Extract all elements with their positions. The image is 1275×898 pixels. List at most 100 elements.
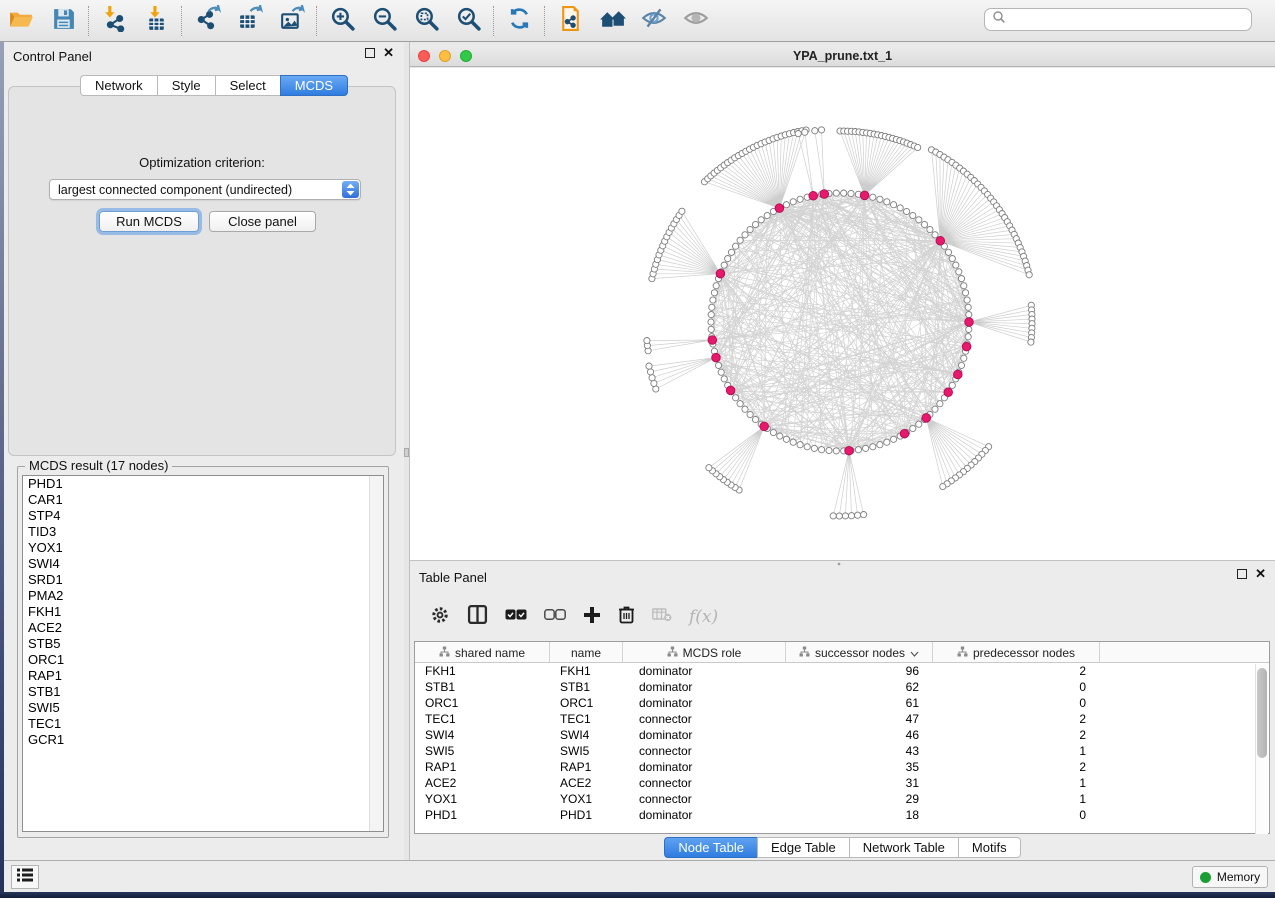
graph-node[interactable] <box>965 334 971 340</box>
graph-node[interactable] <box>841 190 847 196</box>
network-file-button[interactable] <box>549 2 591 40</box>
export-network-button[interactable] <box>186 2 228 40</box>
show-columns-button[interactable] <box>467 604 488 630</box>
delete-column-button[interactable] <box>618 605 635 629</box>
home-button[interactable] <box>591 2 633 40</box>
graph-hub-node[interactable] <box>760 422 769 431</box>
export-image-button[interactable] <box>270 2 312 40</box>
column-header-name[interactable]: name <box>550 642 623 663</box>
close-panel-button[interactable]: Close panel <box>209 211 316 232</box>
graph-node[interactable] <box>958 362 964 368</box>
graph-node[interactable] <box>842 513 848 519</box>
list-item[interactable]: SRD1 <box>23 572 383 588</box>
graph-node[interactable] <box>1028 339 1034 345</box>
graph-node[interactable] <box>725 256 731 262</box>
graph-node[interactable] <box>710 297 716 303</box>
graph-node[interactable] <box>870 194 876 200</box>
graph-node[interactable] <box>733 243 739 249</box>
column-header-successor-nodes[interactable]: successor nodes <box>786 642 933 663</box>
tab-network-table[interactable]: Network Table <box>849 837 958 858</box>
graph-node[interactable] <box>884 439 890 445</box>
graph-node[interactable] <box>783 202 789 208</box>
graph-node[interactable] <box>891 436 897 442</box>
graph-hub-node[interactable] <box>962 342 971 351</box>
graph-node[interactable] <box>742 406 748 412</box>
list-item[interactable]: RAP1 <box>23 668 383 684</box>
table-row[interactable]: STB1STB1dominator620 <box>415 679 1269 695</box>
tab-style[interactable]: Style <box>157 75 215 96</box>
table-row[interactable]: PHD1PHD1dominator180 <box>415 807 1269 823</box>
graph-hub-node[interactable] <box>900 429 909 438</box>
search-input[interactable] <box>1007 13 1251 27</box>
table-row[interactable]: RAP1RAP1dominator352 <box>415 759 1269 775</box>
tab-motifs[interactable]: Motifs <box>958 837 1021 858</box>
graph-node[interactable] <box>818 127 824 133</box>
table-row[interactable]: SWI5SWI5connector431 <box>415 743 1269 759</box>
graph-node[interactable] <box>855 512 861 518</box>
tab-mcds[interactable]: MCDS <box>280 75 348 96</box>
graph-node[interactable] <box>961 283 967 289</box>
create-column-button[interactable] <box>583 606 601 629</box>
graph-node[interactable] <box>715 362 721 368</box>
list-item[interactable]: STB1 <box>23 684 383 700</box>
graph-hub-node[interactable] <box>954 370 963 379</box>
show-graphics-button[interactable] <box>675 2 717 40</box>
graph-node[interactable] <box>958 276 964 282</box>
graph-node[interactable] <box>863 445 869 451</box>
table-row[interactable]: ACE2ACE2connector311 <box>415 775 1269 791</box>
graph-node[interactable] <box>949 256 955 262</box>
list-item[interactable]: FKH1 <box>23 604 383 620</box>
graph-node[interactable] <box>833 448 839 454</box>
graph-node[interactable] <box>855 447 861 453</box>
list-item[interactable]: PMA2 <box>23 588 383 604</box>
graph-node[interactable] <box>747 411 753 417</box>
graph-hub-node[interactable] <box>944 388 953 397</box>
list-item[interactable]: TEC1 <box>23 716 383 732</box>
graph-node[interactable] <box>916 421 922 427</box>
panel-drag-grip[interactable] <box>825 562 853 566</box>
select-all-button[interactable] <box>505 608 527 626</box>
graph-node[interactable] <box>921 221 927 227</box>
graph-node[interactable] <box>711 290 717 296</box>
graph-node[interactable] <box>713 283 719 289</box>
float-panel-icon[interactable] <box>365 48 375 58</box>
graph-node[interactable] <box>877 442 883 448</box>
graph-node[interactable] <box>963 290 969 296</box>
list-item[interactable]: STP4 <box>23 508 383 524</box>
graph-hub-node[interactable] <box>820 190 829 199</box>
network-canvas[interactable] <box>410 68 1275 560</box>
graph-node[interactable] <box>737 401 743 407</box>
search-field[interactable] <box>984 8 1252 31</box>
graph-node[interactable] <box>709 304 715 310</box>
graph-node[interactable] <box>897 205 903 211</box>
save-session-button[interactable] <box>42 2 84 40</box>
graph-hub-node[interactable] <box>726 386 735 395</box>
list-item[interactable]: GCR1 <box>23 732 383 748</box>
column-header-predecessor-nodes[interactable]: predecessor nodes <box>933 642 1100 663</box>
list-item[interactable]: CAR1 <box>23 492 383 508</box>
graph-node[interactable] <box>836 513 842 519</box>
graph-node[interactable] <box>915 144 921 150</box>
graph-hub-node[interactable] <box>716 269 725 278</box>
graph-node[interactable] <box>804 444 810 450</box>
graph-node[interactable] <box>752 416 758 422</box>
graph-node[interactable] <box>891 202 897 208</box>
graph-node[interactable] <box>790 199 796 205</box>
zoom-in-button[interactable] <box>321 2 363 40</box>
graph-node[interactable] <box>649 375 655 381</box>
graph-node[interactable] <box>783 436 789 442</box>
list-item[interactable]: STB5 <box>23 636 383 652</box>
graph-node[interactable] <box>861 512 867 518</box>
graph-node[interactable] <box>752 221 758 227</box>
graph-node[interactable] <box>777 433 783 439</box>
tab-edge-table[interactable]: Edge Table <box>757 837 849 858</box>
graph-node[interactable] <box>718 369 724 375</box>
graph-node[interactable] <box>708 326 714 332</box>
list-item[interactable]: YOX1 <box>23 540 383 556</box>
graph-node[interactable] <box>797 442 803 448</box>
graph-node[interactable] <box>833 190 839 196</box>
graph-hub-node[interactable] <box>936 237 945 246</box>
graph-node[interactable] <box>708 312 714 318</box>
graph-node[interactable] <box>819 447 825 453</box>
list-item[interactable]: SWI5 <box>23 700 383 716</box>
